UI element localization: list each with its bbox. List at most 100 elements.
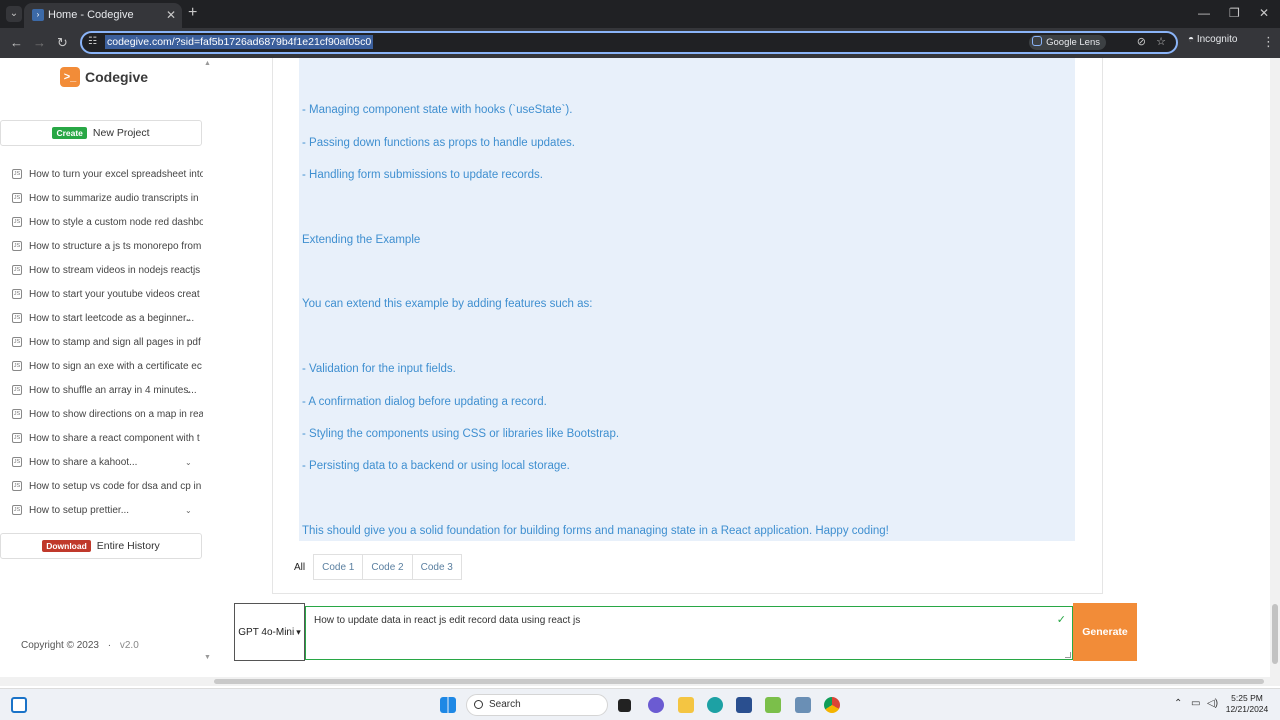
version-text: v2.0 bbox=[119, 640, 139, 651]
google-lens-button[interactable]: Google Lens bbox=[1029, 35, 1106, 50]
tab-code-3[interactable]: Code 3 bbox=[411, 554, 462, 580]
incognito-icon: ◓ bbox=[1188, 34, 1195, 45]
answer-line: - Handling form submissions to update re… bbox=[302, 169, 543, 181]
forward-arrow-icon[interactable]: → bbox=[33, 35, 46, 50]
clock-date: 12/21/2024 bbox=[1225, 704, 1269, 714]
notepad-icon[interactable] bbox=[765, 697, 781, 713]
js-file-icon: JS bbox=[12, 193, 22, 203]
clock-time: 5:25 PM bbox=[1231, 693, 1263, 703]
history-item[interactable]: JS How to shuffle an array in 4 minutes..… bbox=[0, 378, 203, 402]
url-text[interactable]: codegive.com/?sid=faf5b1726ad6879b4f1e21… bbox=[105, 35, 374, 49]
js-file-icon: JS bbox=[12, 481, 22, 491]
tab-code-2[interactable]: Code 2 bbox=[362, 554, 413, 580]
history-item[interactable]: JS How to stamp and sign all pages in pdf bbox=[0, 330, 203, 354]
reload-icon[interactable]: ↻ bbox=[57, 35, 68, 51]
browser-tab-strip: ⌄ › Home - Codegive ✕ + — ❐ ✕ bbox=[0, 0, 1280, 28]
chevron-down-icon[interactable]: ⌄ bbox=[185, 314, 192, 323]
taskbar-search[interactable]: Search bbox=[466, 694, 608, 716]
browser-toolbar: ← → ↻ ☷ codegive.com/?sid=faf5b1726ad687… bbox=[0, 28, 1280, 58]
window-close-icon[interactable]: ✕ bbox=[1259, 6, 1269, 20]
incognito-indicator[interactable]: ◓ Incognito bbox=[1188, 34, 1237, 45]
history-item[interactable]: JS How to share a react component with t bbox=[0, 426, 203, 450]
widgets-icon[interactable] bbox=[11, 697, 27, 713]
history-item[interactable]: JS How to summarize audio transcripts in bbox=[0, 186, 203, 210]
history-item-label: How to setup prettier... bbox=[29, 504, 130, 516]
download-badge: Download bbox=[42, 540, 91, 552]
history-list: JS How to turn your excel spreadsheet int… bbox=[0, 162, 210, 522]
remote-desktop-icon[interactable] bbox=[795, 697, 811, 713]
site-info-icon[interactable]: ☷ bbox=[88, 36, 97, 47]
windows-taskbar: Search ⌃ ▭ ◁) 5:25 PM 12/21/2024 bbox=[0, 688, 1280, 720]
history-item[interactable]: JS How to share a kahoot... ⌄ bbox=[0, 450, 203, 474]
horizontal-scroll-thumb[interactable] bbox=[214, 679, 1264, 684]
js-file-icon: JS bbox=[12, 505, 22, 515]
network-icon[interactable]: ▭ bbox=[1191, 698, 1200, 709]
history-item[interactable]: JS How to style a custom node red dashbo bbox=[0, 210, 203, 234]
answer-line: - A confirmation dialog before updating … bbox=[302, 396, 547, 408]
prompt-text[interactable]: How to update data in react js edit reco… bbox=[314, 615, 580, 626]
sidebar-scroll-down-icon[interactable]: ▼ bbox=[204, 654, 210, 661]
task-view-icon[interactable] bbox=[618, 699, 631, 712]
windows-start-icon[interactable] bbox=[440, 697, 456, 713]
answer-line: This should give you a solid foundation … bbox=[302, 525, 889, 537]
check-icon: ✓ bbox=[1056, 614, 1066, 626]
edge-icon[interactable] bbox=[707, 697, 723, 713]
volume-icon[interactable]: ◁) bbox=[1207, 698, 1218, 709]
tab-all[interactable]: All bbox=[285, 554, 315, 580]
resize-grip-icon[interactable] bbox=[1065, 652, 1071, 658]
history-item-label: How to setup vs code for dsa and cp in bbox=[29, 480, 202, 492]
tab-search-button[interactable]: ⌄ bbox=[6, 6, 22, 22]
history-item-label: How to show directions on a map in rea bbox=[29, 408, 203, 420]
generate-button[interactable]: Generate bbox=[1073, 603, 1137, 661]
history-item[interactable]: JS How to setup vs code for dsa and cp in bbox=[0, 474, 203, 498]
prompt-input[interactable]: How to update data in react js edit reco… bbox=[305, 606, 1073, 660]
history-item[interactable]: JS How to setup prettier... ⌄ bbox=[0, 498, 203, 522]
chevron-down-icon[interactable]: ⌄ bbox=[185, 386, 192, 395]
new-project-button[interactable]: Create New Project bbox=[0, 120, 202, 146]
eye-off-icon[interactable]: ⊘ bbox=[1137, 35, 1146, 48]
download-history-label: Entire History bbox=[96, 540, 160, 552]
model-select-value: GPT 4o-Mini bbox=[238, 626, 295, 638]
bookmark-star-icon[interactable]: ☆ bbox=[1156, 35, 1166, 48]
new-project-label: New Project bbox=[92, 127, 150, 139]
js-file-icon: JS bbox=[12, 217, 22, 227]
copyright: Copyright © 2023 · v2.0 bbox=[21, 640, 139, 651]
minimize-icon[interactable]: — bbox=[1198, 6, 1210, 20]
chevron-down-icon[interactable]: ⌄ bbox=[185, 458, 192, 467]
vertical-scroll-thumb[interactable] bbox=[1272, 604, 1278, 664]
history-item-label: How to share a react component with t bbox=[29, 432, 200, 444]
page-horizontal-scrollbar[interactable] bbox=[0, 677, 1280, 686]
taskbar-clock[interactable]: 5:25 PM 12/21/2024 bbox=[1224, 693, 1270, 715]
answer-line: - Styling the components using CSS or li… bbox=[302, 428, 620, 440]
tray-chevron-up-icon[interactable]: ⌃ bbox=[1174, 698, 1182, 709]
history-item[interactable]: JS How to stream videos in nodejs reactjs bbox=[0, 258, 203, 282]
page-vertical-scrollbar[interactable] bbox=[1270, 58, 1280, 677]
sidebar-scroll-up-icon[interactable]: ▲ bbox=[204, 60, 210, 67]
js-file-icon: JS bbox=[12, 313, 22, 323]
model-select[interactable]: GPT 4o-Mini ▾ bbox=[234, 603, 305, 661]
chat-icon[interactable] bbox=[648, 697, 664, 713]
tab-code-1[interactable]: Code 1 bbox=[313, 554, 364, 580]
tab-title: Home - Codegive bbox=[48, 9, 134, 21]
browser-tab[interactable]: › Home - Codegive ✕ bbox=[24, 3, 182, 28]
restore-icon[interactable]: ❐ bbox=[1229, 6, 1240, 20]
history-item-label: How to share a kahoot... bbox=[29, 456, 138, 468]
history-item[interactable]: JS How to turn your excel spreadsheet int… bbox=[0, 162, 203, 186]
file-explorer-icon[interactable] bbox=[678, 697, 694, 713]
browser-menu-icon[interactable]: ⋮ bbox=[1262, 34, 1275, 50]
back-arrow-icon[interactable]: ← bbox=[10, 35, 23, 50]
history-item[interactable]: JS How to structure a js ts monorepo from bbox=[0, 234, 203, 258]
history-item[interactable]: JS How to sign an exe with a certificate … bbox=[0, 354, 203, 378]
chevron-down-icon[interactable]: ⌄ bbox=[185, 506, 192, 515]
tab-close-icon[interactable]: ✕ bbox=[166, 8, 176, 22]
address-bar[interactable]: ☷ codegive.com/?sid=faf5b1726ad6879b4f1e… bbox=[80, 31, 1178, 54]
history-item[interactable]: JS How to start your youtube videos creat bbox=[0, 282, 203, 306]
download-history-button[interactable]: Download Entire History bbox=[0, 533, 202, 559]
chrome-icon[interactable] bbox=[824, 697, 840, 713]
new-tab-plus-icon[interactable]: + bbox=[188, 4, 197, 22]
history-item[interactable]: JS How to show directions on a map in rea bbox=[0, 402, 203, 426]
codegive-logo[interactable]: >_ Codegive bbox=[60, 67, 148, 87]
history-item[interactable]: JS How to start leetcode as a beginner...… bbox=[0, 306, 203, 330]
incognito-label: Incognito bbox=[1196, 34, 1238, 45]
store-icon[interactable] bbox=[736, 697, 752, 713]
